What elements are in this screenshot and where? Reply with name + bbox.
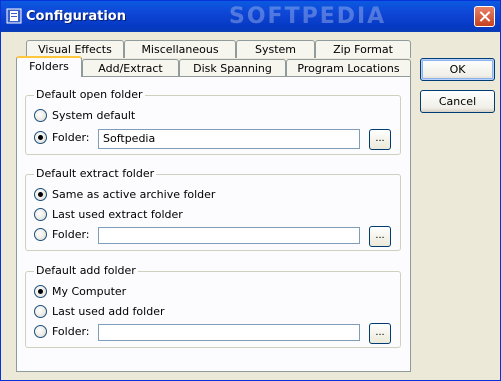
radio-label: My Computer xyxy=(52,285,127,298)
radio-button[interactable] xyxy=(34,208,47,221)
watermark: SOFTPEDIA xyxy=(229,4,387,29)
close-button[interactable] xyxy=(474,6,495,27)
radio-button[interactable] xyxy=(34,131,47,144)
tab-system[interactable]: System xyxy=(236,40,315,58)
default-open-folder-group: Default open folder System default Folde… xyxy=(25,88,401,155)
radio-button[interactable] xyxy=(34,228,47,241)
radio-add-folder[interactable]: Folder: xyxy=(34,325,90,338)
radio-label: Folder: xyxy=(52,325,90,338)
app-icon xyxy=(6,8,22,24)
radio-label: Folder: xyxy=(52,131,90,144)
window-title: Configuration xyxy=(26,9,126,24)
radio-label: System default xyxy=(52,109,136,122)
open-folder-path-field[interactable]: Softpedia xyxy=(98,129,360,149)
radio-last-used-extract[interactable]: Last used extract folder xyxy=(34,208,183,221)
open-folder-browse-button[interactable]: ... xyxy=(369,129,391,150)
default-add-folder-group: Default add folder My Computer Last used… xyxy=(25,264,401,348)
group-title: Default add folder xyxy=(34,264,138,277)
tab-add-extract[interactable]: Add/Extract xyxy=(82,59,179,77)
tab-disk-spanning[interactable]: Disk Spanning xyxy=(179,59,286,77)
cancel-button[interactable]: Cancel xyxy=(420,90,495,113)
radio-button[interactable] xyxy=(34,325,47,338)
configuration-dialog: Configuration SOFTPEDIA Visual Effects M… xyxy=(0,0,501,381)
tab-zip-format[interactable]: Zip Format xyxy=(315,40,411,58)
tab-miscellaneous[interactable]: Miscellaneous xyxy=(124,40,236,58)
default-extract-folder-group: Default extract folder Same as active ar… xyxy=(25,167,401,251)
extract-folder-browse-button[interactable]: ... xyxy=(369,226,391,247)
radio-label: Last used extract folder xyxy=(52,208,183,221)
radio-last-used-add[interactable]: Last used add folder xyxy=(34,305,165,318)
tab-folders[interactable]: Folders xyxy=(16,56,82,77)
extract-folder-path-field[interactable] xyxy=(98,227,360,244)
radio-extract-folder[interactable]: Folder: xyxy=(34,228,90,241)
folders-panel: Default open folder System default Folde… xyxy=(16,76,411,372)
radio-button[interactable] xyxy=(34,285,47,298)
add-folder-browse-button[interactable]: ... xyxy=(369,323,391,344)
ok-button[interactable]: OK xyxy=(420,58,495,81)
radio-button[interactable] xyxy=(34,188,47,201)
group-title: Default open folder xyxy=(34,88,145,101)
radio-my-computer[interactable]: My Computer xyxy=(34,285,126,298)
add-folder-path-field[interactable] xyxy=(98,324,360,341)
title-bar[interactable]: Configuration SOFTPEDIA xyxy=(1,1,500,32)
radio-same-as-archive[interactable]: Same as active archive folder xyxy=(34,188,215,201)
radio-label: Last used add folder xyxy=(52,305,165,318)
radio-label: Same as active archive folder xyxy=(52,188,216,201)
group-title: Default extract folder xyxy=(34,167,157,180)
radio-system-default[interactable]: System default xyxy=(34,109,135,122)
radio-label: Folder: xyxy=(52,228,90,241)
radio-open-folder[interactable]: Folder: xyxy=(34,131,90,144)
radio-button[interactable] xyxy=(34,305,47,318)
tab-program-locations[interactable]: Program Locations xyxy=(286,59,411,77)
radio-button[interactable] xyxy=(34,109,47,122)
